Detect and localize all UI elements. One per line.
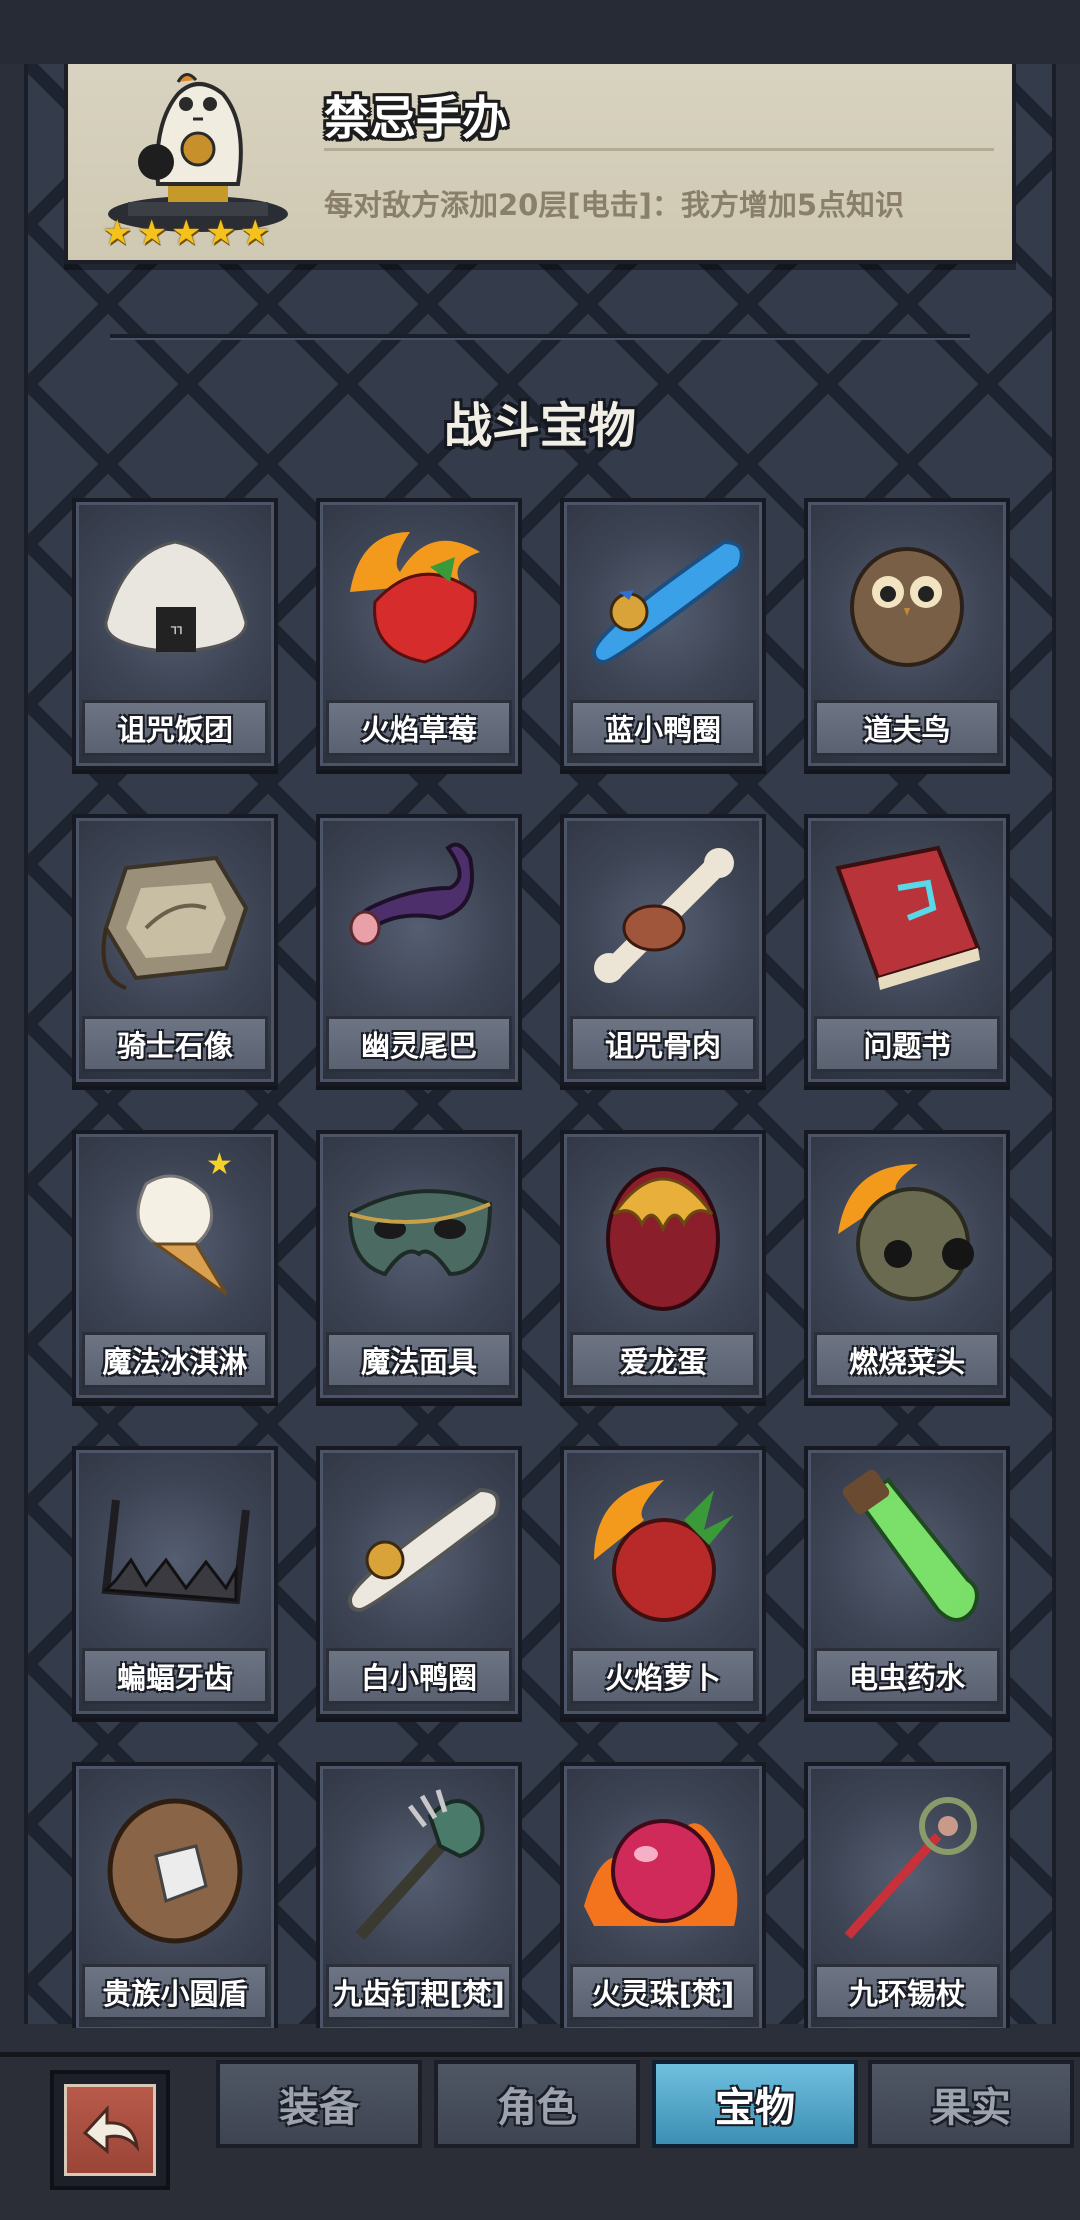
bone-meat-icon <box>594 848 734 983</box>
treasure-card-flame-strawberry[interactable]: 火焰草莓 <box>316 498 522 770</box>
treasure-label: 爱龙蛋 <box>570 1332 756 1388</box>
treasure-label: 火焰草莓 <box>326 700 512 756</box>
treasure-label: 九环锡杖 <box>814 1964 1000 2020</box>
treasure-card-white-duck-ring[interactable]: 白小鸭圈 <box>316 1446 522 1718</box>
treasure-label: 蝙蝠牙齿 <box>82 1648 268 1704</box>
treasure-label: 骑士石像 <box>82 1016 268 1072</box>
treasure-card-question-book[interactable]: 问题书 <box>804 814 1010 1086</box>
top-frame <box>0 0 1080 64</box>
svg-text:★: ★ <box>206 1147 233 1182</box>
back-button[interactable] <box>50 2070 170 2190</box>
treasure-label: 蓝小鸭圈 <box>570 700 756 756</box>
section-title: 战斗宝物 <box>443 398 636 454</box>
flame-radish-icon <box>594 1480 734 1622</box>
item-description: 每对敌方添加20层[电击]：我方增加5点知识 <box>324 188 905 222</box>
tab-characters[interactable]: 角色 <box>434 2060 640 2148</box>
svg-text:ㄲ: ㄲ <box>169 621 184 640</box>
strawberry-icon <box>350 532 480 664</box>
treasure-label: 电虫药水 <box>814 1648 1000 1704</box>
title-divider <box>324 148 994 151</box>
treasure-label: 九齿钉耙[梵] <box>326 1964 512 2020</box>
star-icon: ★ <box>102 213 133 253</box>
treasure-card-cursed-rice-ball[interactable]: ㄲ 诅咒饭团 <box>72 498 278 770</box>
treasure-card-ghost-tail[interactable]: 幽灵尾巴 <box>316 814 522 1086</box>
treasure-card-burning-cabbage[interactable]: 燃烧菜头 <box>804 1130 1010 1402</box>
star-icon: ★ <box>205 213 236 253</box>
dragon-egg-icon <box>606 1167 720 1311</box>
treasure-card-nine-ring-staff[interactable]: 九环锡杖 <box>804 1762 1010 2028</box>
bat-teeth-icon <box>101 1499 250 1605</box>
staff-icon <box>844 1797 977 1940</box>
treasure-label: 幽灵尾巴 <box>326 1016 512 1072</box>
treasure-card-dove-bird[interactable]: 道夫鸟 <box>804 498 1010 770</box>
treasure-card-dragon-egg[interactable]: 爱龙蛋 <box>560 1130 766 1402</box>
book-icon <box>835 845 981 990</box>
mask-icon <box>347 1189 493 1277</box>
knight-statue-icon <box>101 855 249 990</box>
treasure-card-flame-radish[interactable]: 火焰萝卜 <box>560 1446 766 1718</box>
star-icon: ★ <box>136 213 167 253</box>
treasure-grid: ㄲ 诅咒饭团 火焰草莓 蓝小鸭圈 道夫鸟 骑士石像 幽灵尾巴 诅咒骨肉 问题书 … <box>72 498 1012 2028</box>
buckler-icon <box>107 1798 243 1944</box>
treasure-card-noble-buckler[interactable]: 贵族小圆盾 <box>72 1762 278 2028</box>
treasure-label: 魔法面具 <box>326 1332 512 1388</box>
treasure-label: 诅咒饭团 <box>82 700 268 756</box>
treasure-label: 贵族小圆盾 <box>82 1964 268 2020</box>
rating-stars: ★ ★ ★ ★ ★ <box>102 216 270 250</box>
treasure-card-fire-spirit-orb[interactable]: 火灵珠[梵] <box>560 1762 766 2028</box>
treasure-label: 火灵珠[梵] <box>570 1964 756 2020</box>
treasure-card-knight-statue[interactable]: 骑士石像 <box>72 814 278 1086</box>
section-divider <box>110 334 970 338</box>
tab-equipment[interactable]: 装备 <box>216 2060 422 2148</box>
treasure-label: 问题书 <box>814 1016 1000 1072</box>
treasure-label: 火焰萝卜 <box>570 1648 756 1704</box>
potion-icon <box>842 1469 979 1622</box>
treasure-card-blue-duck-ring[interactable]: 蓝小鸭圈 <box>560 498 766 770</box>
item-title: 禁忌手办 <box>324 91 508 145</box>
rice-ball-icon: ㄲ <box>104 540 248 654</box>
treasure-label: 魔法冰淇淋 <box>82 1332 268 1388</box>
ghost-tail-icon <box>349 842 474 946</box>
treasure-card-magic-mask[interactable]: 魔法面具 <box>316 1130 522 1402</box>
treasure-label: 诅咒骨肉 <box>570 1016 756 1072</box>
back-button-face <box>64 2084 156 2176</box>
burning-head-icon <box>838 1164 974 1301</box>
treasure-card-nine-tooth-rake[interactable]: 九齿钉耙[梵] <box>316 1762 522 2028</box>
tab-treasures[interactable]: 宝物 <box>652 2060 858 2148</box>
treasure-card-bat-teeth[interactable]: 蝙蝠牙齿 <box>72 1446 278 1718</box>
return-arrow-icon <box>82 2105 140 2155</box>
white-duck-ring-icon <box>347 1487 500 1613</box>
blue-duck-ring-icon <box>591 539 744 665</box>
treasure-card-cursed-bone-meat[interactable]: 诅咒骨肉 <box>560 814 766 1086</box>
treasure-label: 白小鸭圈 <box>326 1648 512 1704</box>
treasure-label: 燃烧菜头 <box>814 1332 1000 1388</box>
tab-fruits[interactable]: 果实 <box>868 2060 1074 2148</box>
owl-icon <box>850 547 964 667</box>
star-icon: ★ <box>239 213 271 253</box>
treasure-label: 道夫鸟 <box>814 700 1000 756</box>
treasure-card-magic-ice-cream[interactable]: ★ 魔法冰淇淋 <box>72 1130 278 1402</box>
treasure-card-bug-potion[interactable]: 电虫药水 <box>804 1446 1010 1718</box>
star-icon: ★ <box>170 213 202 253</box>
ice-cream-icon: ★ <box>136 1147 233 1296</box>
selected-item-card: ★ ★ ★ ★ ★ 禁忌手办 每对敌方添加20层[电击]：我方增加5点知识 <box>64 64 1016 264</box>
fire-orb-icon <box>584 1819 738 1926</box>
rake-icon <box>355 1789 485 1941</box>
